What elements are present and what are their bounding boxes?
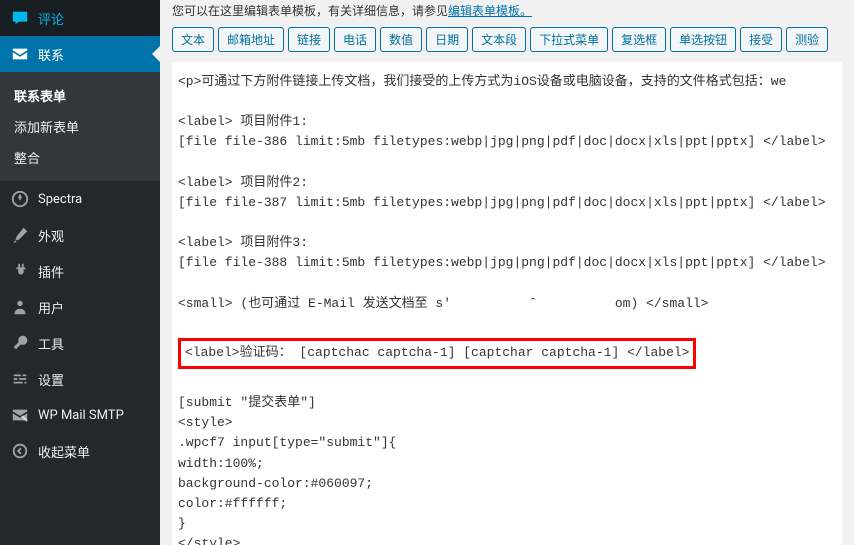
menu-label: 收起菜单	[38, 442, 90, 461]
tag-tel[interactable]: 电话	[334, 27, 376, 52]
collapse-icon	[10, 441, 30, 461]
tag-url[interactable]: 链接	[288, 27, 330, 52]
tag-number[interactable]: 数值	[380, 27, 422, 52]
submenu-contact: 联系表单 添加新表单 整合	[0, 72, 160, 181]
form-template-editor[interactable]: <p>可通过下方附件链接上传文档，我们接受的上传方式为iOS设备或电脑设备，支持…	[172, 62, 842, 545]
comment-icon	[10, 8, 30, 28]
menu-comments[interactable]: 评论	[0, 0, 160, 36]
menu-label: 工具	[38, 334, 64, 353]
tag-checkbox[interactable]: 复选框	[612, 27, 666, 52]
submenu-forms[interactable]: 联系表单	[0, 80, 160, 111]
submenu-integration[interactable]: 整合	[0, 142, 160, 173]
tag-verify[interactable]: 测验	[786, 27, 828, 52]
wrench-icon	[10, 333, 30, 353]
mail-icon	[10, 44, 30, 64]
plug-icon	[10, 261, 30, 281]
menu-label: 评论	[38, 9, 64, 28]
menu-contact[interactable]: 联系	[0, 36, 160, 72]
menu-label: 设置	[38, 370, 64, 389]
menu-label: 联系	[38, 45, 64, 64]
menu-label: 用户	[38, 298, 64, 317]
form-hint: 您可以在这里编辑表单模板，有关详细信息，请参见编辑表单模板。	[172, 2, 842, 19]
menu-users[interactable]: 用户	[0, 289, 160, 325]
envelope-icon	[10, 405, 30, 425]
menu-label: Spectra	[38, 192, 82, 207]
sliders-icon	[10, 369, 30, 389]
menu-spectra[interactable]: Spectra	[0, 181, 160, 217]
admin-sidebar: 评论 联系 联系表单 添加新表单 整合 Spectra 外观 插件 用户	[0, 0, 160, 545]
tag-radio[interactable]: 单选按钮	[670, 27, 736, 52]
menu-plugins[interactable]: 插件	[0, 253, 160, 289]
tag-toolbar: 文本 邮箱地址 链接 电话 数值 日期 文本段 下拉式菜单 复选框 单选按钮 接…	[172, 27, 842, 52]
menu-settings[interactable]: 设置	[0, 361, 160, 397]
tag-accept[interactable]: 接受	[740, 27, 782, 52]
menu-label: 外观	[38, 226, 64, 245]
tag-email[interactable]: 邮箱地址	[218, 27, 284, 52]
hint-link[interactable]: 编辑表单模板。	[448, 4, 532, 18]
spectra-icon	[10, 189, 30, 209]
menu-wp-mail-smtp[interactable]: WP Mail SMTP	[0, 397, 160, 433]
menu-label: 插件	[38, 262, 64, 281]
menu-appearance[interactable]: 外观	[0, 217, 160, 253]
user-icon	[10, 297, 30, 317]
brush-icon	[10, 225, 30, 245]
menu-tools[interactable]: 工具	[0, 325, 160, 361]
tag-text[interactable]: 文本	[172, 27, 214, 52]
tag-date[interactable]: 日期	[426, 27, 468, 52]
highlighted-captcha-line: <label>验证码： [captchac captcha-1] [captch…	[178, 338, 696, 369]
menu-label: WP Mail SMTP	[38, 408, 124, 423]
tag-dropdown[interactable]: 下拉式菜单	[530, 27, 608, 52]
tag-textarea[interactable]: 文本段	[472, 27, 526, 52]
submenu-add-new[interactable]: 添加新表单	[0, 111, 160, 142]
menu-collapse[interactable]: 收起菜单	[0, 433, 160, 469]
main-content: 您可以在这里编辑表单模板，有关详细信息，请参见编辑表单模板。 文本 邮箱地址 链…	[160, 0, 854, 545]
